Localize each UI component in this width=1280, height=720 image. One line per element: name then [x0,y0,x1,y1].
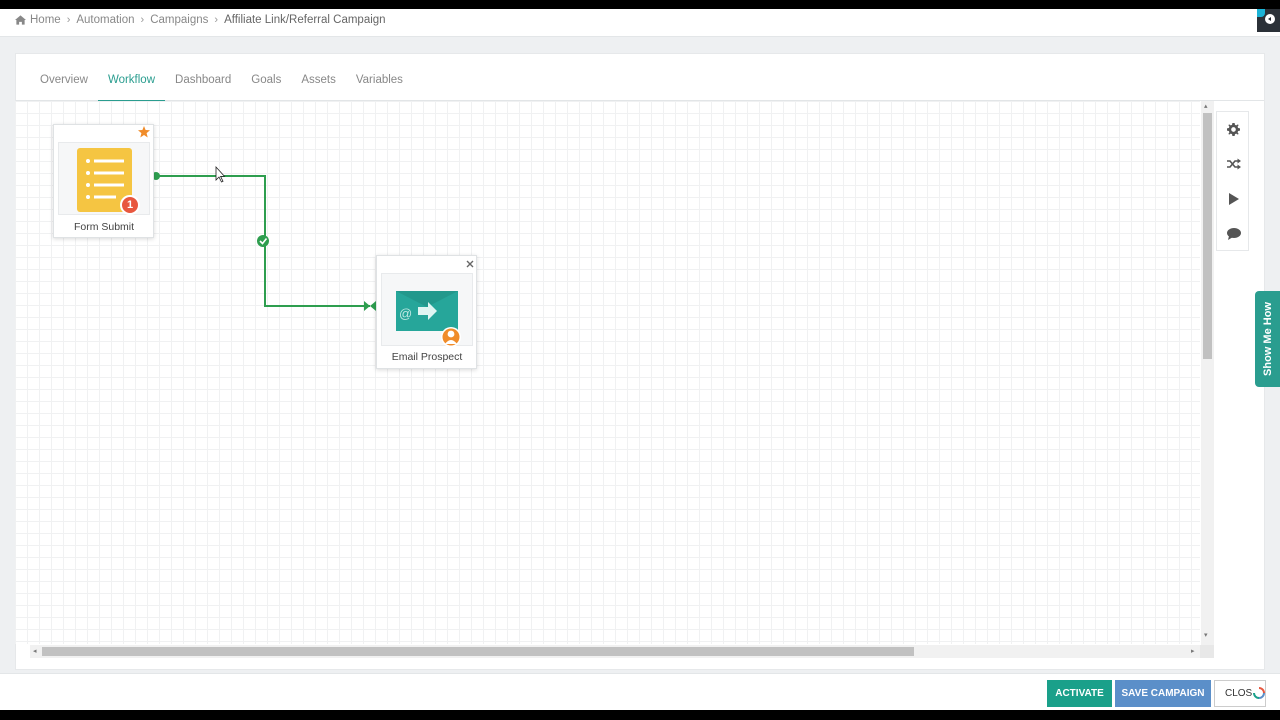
mouse-cursor [215,165,226,183]
breadcrumb-separator: › [140,14,145,26]
tab-variables[interactable]: Variables [346,54,413,101]
save-campaign-button[interactable]: SAVE CAMPAIGN [1115,680,1211,707]
breadcrumb-separator: › [214,14,219,26]
tab-dashboard[interactable]: Dashboard [165,54,241,101]
activate-button[interactable]: ACTIVATE [1047,680,1112,707]
tab-assets[interactable]: Assets [291,54,346,101]
node-icon-area: @ [381,273,473,347]
breadcrumb-home[interactable]: Home [30,14,61,26]
vertical-scroll-thumb[interactable] [1203,113,1212,359]
scroll-left-icon[interactable]: ◂ [33,647,37,655]
node-icon-area: 1 [58,142,150,215]
breadcrumb-current: Affiliate Link/Referral Campaign [224,14,386,26]
breadcrumb-bar: Home › Automation › Campaigns › Affiliat… [0,9,1280,37]
footer-bar: ACTIVATE SAVE CAMPAIGN CLOS [0,673,1280,710]
tab-goals[interactable]: Goals [241,54,291,101]
connector-check-icon [257,235,269,247]
star-icon[interactable] [138,126,150,138]
tab-bar: Overview Workflow Dashboard Goals Assets… [16,54,1264,102]
bottom-edge [0,710,1280,720]
close-icon[interactable] [466,260,474,268]
loading-spinner-icon [1253,687,1265,699]
notification-button[interactable] [1257,9,1280,32]
scroll-corner [1200,645,1214,658]
vertical-scrollbar[interactable]: ▴ ▾ [1201,101,1214,645]
play-icon [1228,192,1239,205]
workflow-canvas[interactable]: 1 Form Submit @ Email Prospect [15,101,1200,644]
workflow-connector[interactable] [15,101,1200,644]
node-badge: 1 [120,195,140,215]
breadcrumb: Home › Automation › Campaigns › Affiliat… [15,14,386,26]
close-button-label: CLOS [1225,688,1253,699]
connector-end-icon [364,301,376,311]
close-button[interactable]: CLOS [1214,680,1266,707]
horizontal-scrollbar[interactable]: ◂ ▸ [30,645,1200,658]
svg-text:@: @ [399,306,412,321]
run-button[interactable] [1217,181,1250,216]
comment-icon [1226,227,1241,240]
workflow-toolbar [1216,111,1249,251]
gear-icon [1227,123,1240,136]
tab-workflow[interactable]: Workflow [97,54,166,102]
scroll-down-icon[interactable]: ▾ [1204,631,1208,639]
node-label: Form Submit [73,221,135,233]
shuffle-icon [1226,158,1241,169]
scroll-up-icon[interactable]: ▴ [1204,102,1208,110]
show-me-how-label: Show Me How [1261,302,1274,376]
horizontal-scroll-thumb[interactable] [42,647,914,656]
show-me-how-tab[interactable]: Show Me How [1255,291,1280,387]
top-edge [0,0,1280,9]
tab-overview[interactable]: Overview [30,54,98,101]
shuffle-button[interactable] [1217,146,1250,181]
breadcrumb-separator: › [66,14,71,26]
node-email-prospect[interactable]: @ Email Prospect [376,255,477,369]
comment-button[interactable] [1217,216,1250,251]
scroll-right-icon[interactable]: ▸ [1191,647,1195,655]
breadcrumb-automation[interactable]: Automation [76,14,134,26]
breadcrumb-campaigns[interactable]: Campaigns [150,14,208,26]
notification-dot [1257,9,1265,17]
settings-button[interactable] [1217,112,1250,147]
node-label: Email Prospect [391,351,463,363]
node-form-submit[interactable]: 1 Form Submit [53,124,154,238]
email-send-icon: @ [396,291,461,347]
home-icon [15,15,26,25]
